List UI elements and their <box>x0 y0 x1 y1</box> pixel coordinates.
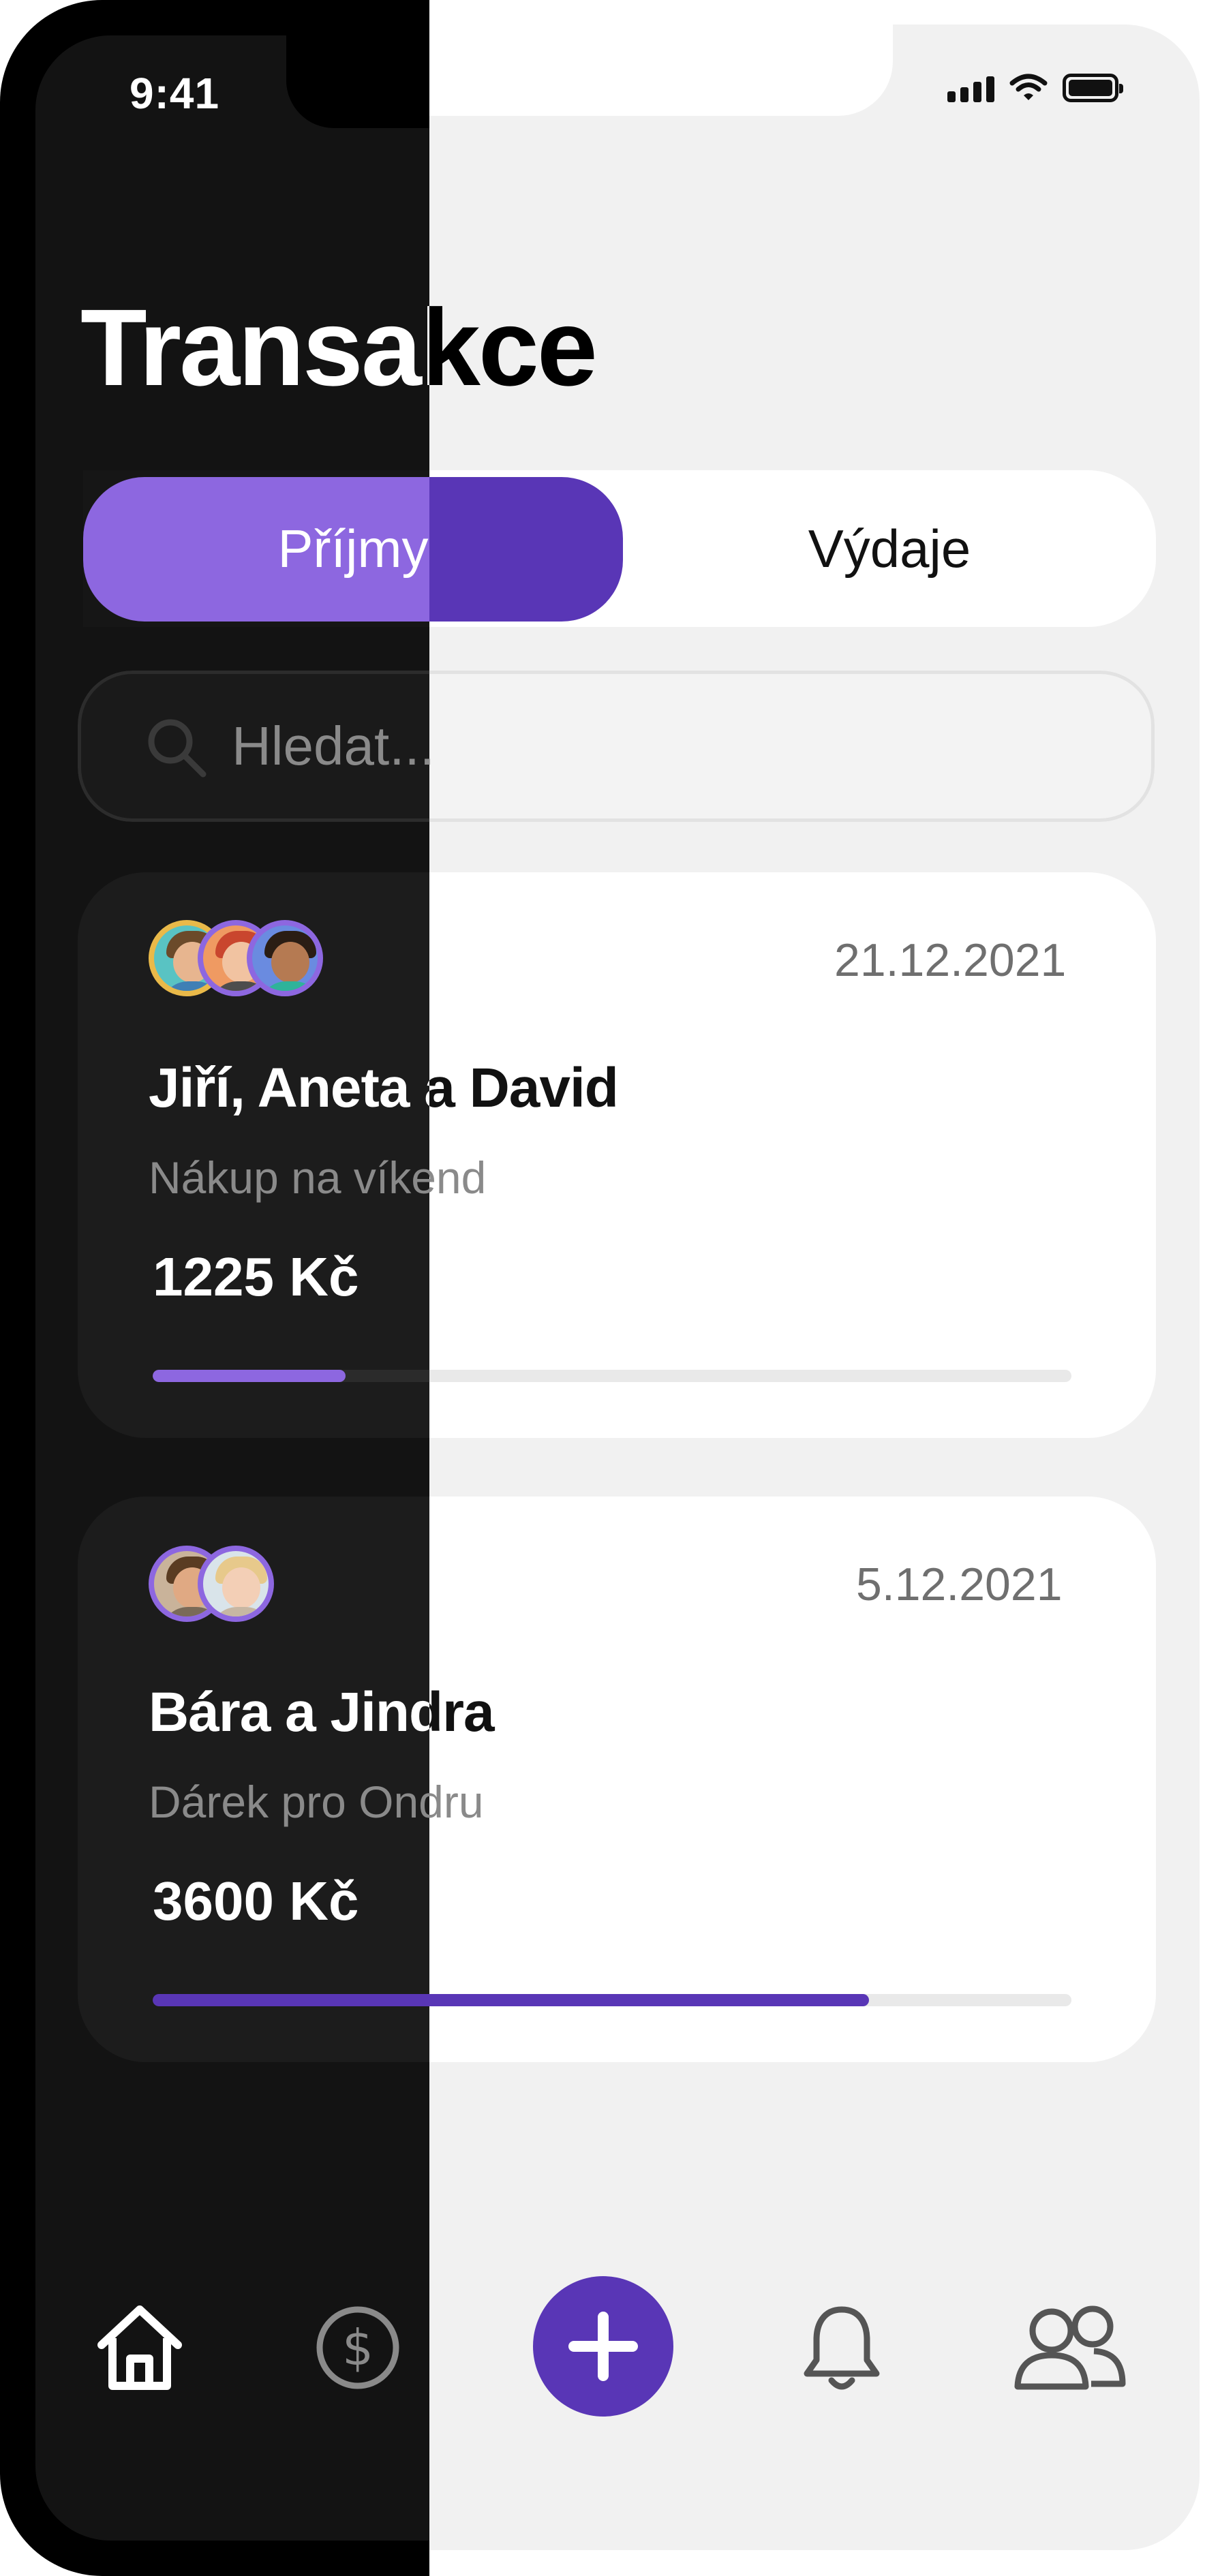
avatar-group <box>149 1546 274 1622</box>
dollar-icon: $ <box>316 2306 399 2389</box>
page-title-light: Transakce <box>429 286 598 408</box>
add-icon <box>568 2312 638 2381</box>
people-icon <box>1014 2305 1126 2390</box>
tab-income[interactable]: Příjmy <box>83 470 623 627</box>
transaction-names-dark: Bára a Jindra <box>149 1681 429 1743</box>
transaction-date: 5.12.2021 <box>856 1559 1063 1610</box>
notch <box>286 35 429 128</box>
transaction-description: Dárek pro Ondru <box>149 1777 484 1827</box>
transaction-description: Nákup na víkend <box>149 1152 487 1203</box>
page-title: Transakce Transakce <box>80 286 1171 409</box>
avatar-group <box>149 920 323 996</box>
status-icons <box>947 74 1123 102</box>
transaction-card[interactable]: 5.12.2021 Bára a Jindra Bára a Jindra Dá… <box>78 1497 1156 2062</box>
wifi-icon <box>1009 74 1048 100</box>
status-time: 9:41 <box>129 69 220 118</box>
transaction-card[interactable]: 21.12.2021 Jiří, Aneta a David Jiří, Ane… <box>78 872 1156 1438</box>
search-icon <box>148 719 207 778</box>
progress-bar <box>153 1994 1071 2006</box>
battery-icon <box>1063 74 1123 102</box>
signal-icon <box>947 76 994 102</box>
home-icon <box>97 2305 182 2390</box>
tab-switcher: Příjmy Výdaje <box>83 470 1156 627</box>
nav-money[interactable]: $ <box>307 2297 409 2399</box>
nav-friends[interactable] <box>1009 2297 1131 2399</box>
progress-fill <box>153 1370 346 1382</box>
progress-fill <box>153 1994 870 2006</box>
bell-icon <box>804 2306 880 2390</box>
avatar <box>247 920 323 996</box>
transaction-date: 21.12.2021 <box>834 934 1067 986</box>
tab-expense[interactable]: Výdaje <box>623 470 1156 627</box>
transaction-amount: 1225 Kč <box>153 1246 359 1307</box>
transaction-names-light: Bára a Jindra <box>429 1681 495 1743</box>
transaction-names-dark: Jiří, Aneta a David <box>149 1057 429 1119</box>
nav-home[interactable] <box>89 2297 191 2399</box>
add-transaction-button[interactable] <box>533 2276 673 2417</box>
page-title-dark: Transakce <box>80 286 429 408</box>
progress-bar <box>153 1370 1071 1382</box>
search-input[interactable] <box>232 709 1050 784</box>
svg-text:$: $ <box>342 2319 373 2376</box>
avatar <box>198 1546 274 1622</box>
nav-notifications[interactable] <box>791 2297 893 2399</box>
transaction-names-light: Jiří, Aneta a David <box>429 1057 619 1119</box>
notch-light <box>429 25 893 116</box>
transaction-amount: 3600 Kč <box>153 1871 359 1931</box>
